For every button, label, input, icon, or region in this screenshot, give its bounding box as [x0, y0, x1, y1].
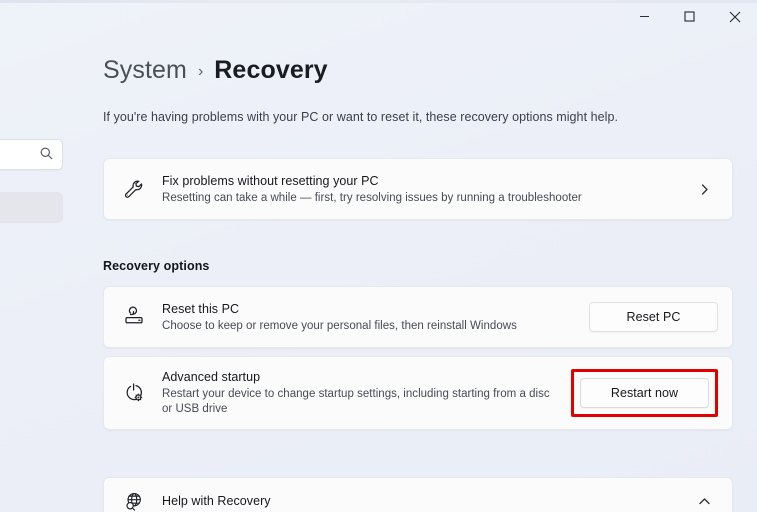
title-bar	[0, 0, 757, 34]
restart-now-highlight-annotation: Restart now	[571, 369, 718, 417]
reset-pc-subtitle: Choose to keep or remove your personal f…	[162, 319, 517, 332]
power-gear-icon	[122, 381, 162, 405]
globe-search-icon	[122, 490, 162, 512]
minimize-button[interactable]	[622, 0, 667, 33]
fix-problems-text: Fix problems without resetting your PC R…	[162, 173, 690, 206]
close-icon	[729, 11, 741, 23]
breadcrumb-parent-system[interactable]: System	[103, 56, 187, 85]
settings-window: System › Recovery If you're having probl…	[0, 0, 757, 512]
advanced-startup-text: Advanced startup Restart your device to …	[162, 369, 571, 417]
reset-pc-icon	[122, 305, 162, 329]
page-title: Recovery	[214, 56, 328, 84]
chevron-up-icon[interactable]	[690, 495, 718, 508]
breadcrumb: System › Recovery	[103, 56, 328, 85]
fix-problems-subtitle: Resetting can take a while — first, try …	[162, 191, 582, 204]
maximize-icon	[684, 11, 695, 22]
advanced-startup-subtitle: Restart your device to change startup se…	[162, 388, 550, 415]
minimize-icon	[639, 11, 650, 22]
page-description: If you're having problems with your PC o…	[103, 110, 618, 124]
breadcrumb-separator-icon: ›	[197, 62, 204, 80]
fix-problems-title: Fix problems without resetting your PC	[162, 173, 379, 188]
help-with-recovery-card[interactable]: Help with Recovery	[103, 477, 733, 512]
restart-now-button[interactable]: Restart now	[580, 378, 709, 408]
wrench-icon	[122, 177, 162, 201]
advanced-startup-title: Advanced startup	[162, 370, 261, 384]
close-button[interactable]	[712, 0, 757, 33]
help-with-recovery-title: Help with Recovery	[162, 494, 271, 508]
reset-pc-button[interactable]: Reset PC	[589, 302, 718, 332]
reset-pc-text: Reset this PC Choose to keep or remove y…	[162, 301, 589, 334]
help-with-recovery-text: Help with Recovery	[162, 493, 690, 509]
reset-pc-title: Reset this PC	[162, 301, 240, 316]
recovery-options-heading: Recovery options	[103, 259, 210, 273]
maximize-button[interactable]	[667, 0, 712, 33]
page-content: System › Recovery If you're having probl…	[0, 34, 757, 512]
advanced-startup-card: Advanced startup Restart your device to …	[103, 356, 733, 430]
chevron-right-icon[interactable]	[690, 183, 718, 196]
reset-pc-card: Reset this PC Choose to keep or remove y…	[103, 286, 733, 348]
fix-problems-card[interactable]: Fix problems without resetting your PC R…	[103, 158, 733, 220]
